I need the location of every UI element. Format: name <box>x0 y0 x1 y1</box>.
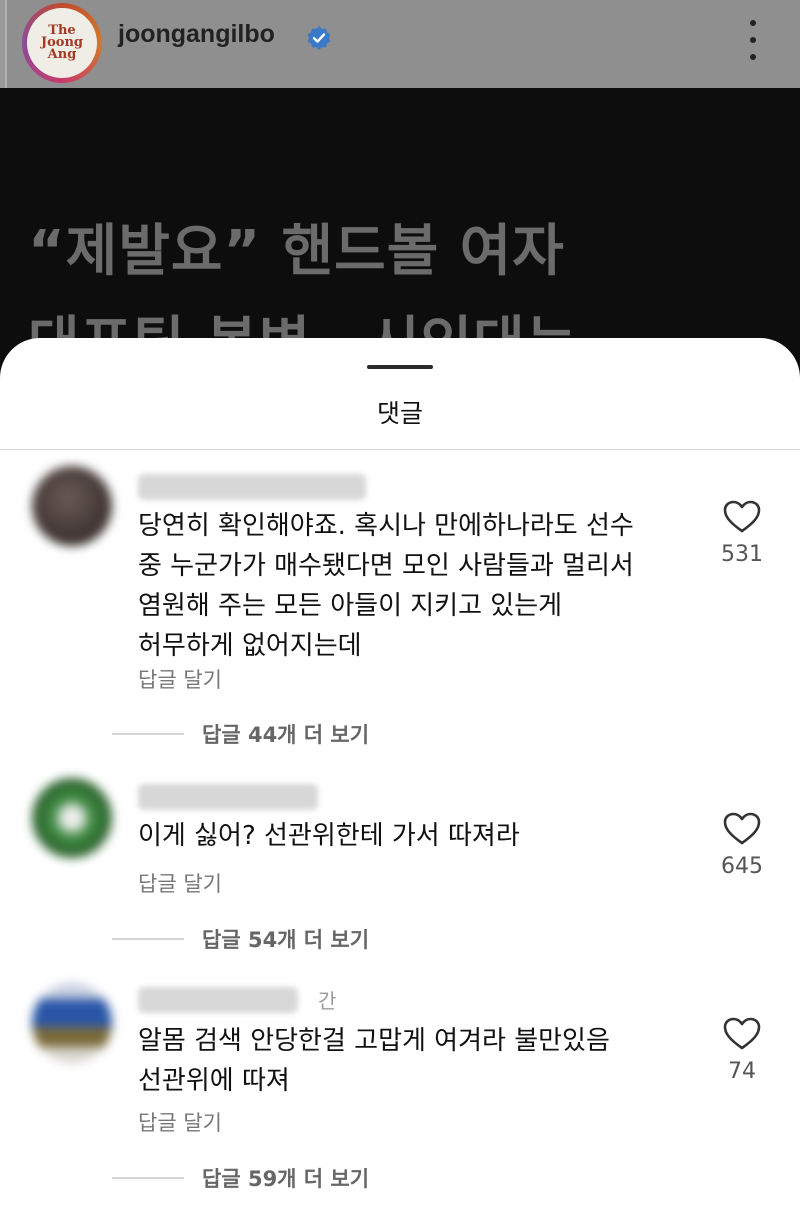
avatar[interactable] <box>32 778 112 858</box>
reply-button[interactable]: 답글 달기 <box>138 664 222 694</box>
view-replies-label[interactable]: 답글 54개 더 보기 <box>202 924 369 954</box>
view-replies-label[interactable]: 답글 59개 더 보기 <box>202 1163 369 1193</box>
replies-line <box>112 1177 184 1179</box>
logo-text: The Joong Ang <box>40 23 84 62</box>
reply-button[interactable]: 답글 달기 <box>138 1107 222 1137</box>
view-more-replies[interactable]: 답글 44개 더 보기 <box>112 719 369 749</box>
heart-icon[interactable] <box>723 500 761 534</box>
view-more-replies[interactable]: 답글 59개 더 보기 <box>112 1163 369 1193</box>
verified-badge-icon <box>307 26 331 50</box>
reply-button[interactable]: 답글 달기 <box>138 868 222 898</box>
avatar[interactable] <box>32 466 112 546</box>
comment-text: 알몸 검색 안당한걸 고맙게 여겨라 불만있음 선관위에 따져 <box>138 1026 610 1096</box>
account-avatar[interactable]: The Joong Ang <box>22 3 102 83</box>
like-button[interactable]: 531 <box>712 500 772 567</box>
heart-icon[interactable] <box>723 812 761 846</box>
avatar[interactable] <box>32 983 112 1063</box>
username[interactable] <box>138 784 318 810</box>
logo-inner: The Joong Ang <box>27 8 97 78</box>
more-vertical-icon[interactable] <box>744 20 762 60</box>
divider <box>0 449 800 450</box>
comments-sheet: 댓글 당연히 확인해야죠. 혹시나 만에하나라도 선수 중 누군가가 매수됐다면… <box>0 338 800 1215</box>
view-replies-label[interactable]: 답글 44개 더 보기 <box>202 719 369 749</box>
post-header: The Joong Ang joongangilbo <box>0 0 800 88</box>
sheet-title: 댓글 <box>376 399 423 428</box>
like-count: 645 <box>721 854 763 879</box>
replies-line <box>112 938 184 940</box>
comment-time: 간 <box>318 989 337 1013</box>
username[interactable] <box>138 474 366 500</box>
drag-handle[interactable] <box>367 365 433 369</box>
like-count: 74 <box>728 1059 756 1084</box>
like-button[interactable]: 74 <box>712 1017 772 1084</box>
like-count: 531 <box>721 542 763 567</box>
account-name[interactable]: joongangilbo <box>118 20 275 49</box>
comment-text: 당연히 확인해야죠. 혹시나 만에하나라도 선수 중 누군가가 매수됐다면 모인… <box>138 511 634 661</box>
replies-line <box>112 733 184 735</box>
like-button[interactable]: 645 <box>712 812 772 879</box>
username[interactable] <box>138 987 298 1013</box>
view-more-replies[interactable]: 답글 54개 더 보기 <box>112 924 369 954</box>
heart-icon[interactable] <box>723 1017 761 1051</box>
comment-text: 이게 싫어? 선관위한테 가서 따져라 <box>138 821 520 851</box>
